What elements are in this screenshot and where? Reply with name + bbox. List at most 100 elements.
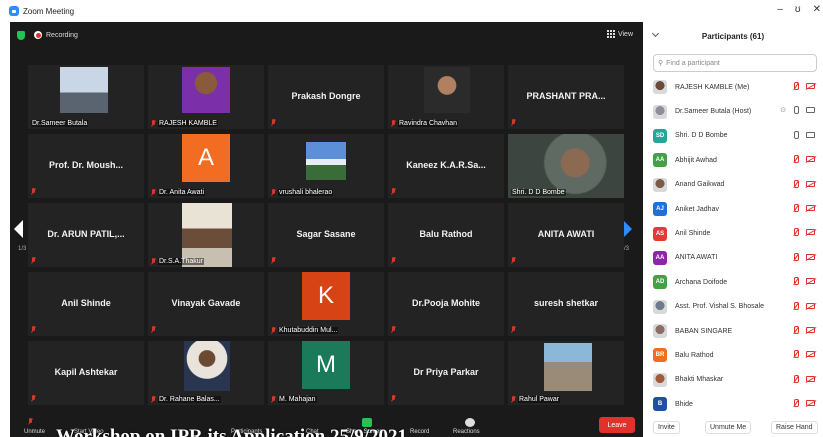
participant-row[interactable]: BR Balu Rathod (643, 343, 823, 367)
participant-row[interactable]: AA ANITA AWATI (643, 246, 823, 270)
participant-label-text: Ravindra Chavhan (398, 120, 458, 127)
raise-hand-button[interactable]: Raise Hand (771, 421, 818, 434)
camera-off-icon (806, 229, 815, 236)
participant-name: Balu Rathod (419, 229, 473, 239)
camera-off-icon (806, 253, 815, 260)
participant-avatar: A (182, 134, 230, 182)
video-tile[interactable]: K Khutabuddin Mul... (268, 272, 384, 336)
video-tile[interactable]: Dr.S.A.Thakur (148, 203, 264, 267)
participants-header: Participants (61) (643, 22, 823, 50)
invite-button[interactable]: Invite (653, 421, 680, 434)
camera-off-icon (806, 326, 815, 333)
participant-row[interactable]: AA Abhijit Awhad (643, 148, 823, 172)
muted-mic-icon (793, 350, 799, 359)
video-tile[interactable]: PRASHANT PRA... (508, 65, 624, 129)
video-tile[interactable]: RAJESH KAMBLE (148, 65, 264, 129)
participant-video-image (306, 142, 346, 180)
participants-title: Participants (61) (701, 31, 765, 41)
participant-name: Dr. ARUN PATIL,... (47, 229, 125, 239)
video-tile[interactable]: Kaneez K.A.R.Sa... (388, 134, 504, 198)
participant-avatar: B (653, 397, 667, 412)
camera-off-icon (806, 400, 815, 407)
video-tile[interactable]: Balu Rathod (388, 203, 504, 267)
participant-video-image (60, 67, 108, 113)
video-tile[interactable]: ANITA AWATI (508, 203, 624, 267)
unmute-me-button[interactable]: Unmute Me (705, 421, 752, 434)
muted-mic-icon (151, 258, 156, 265)
collapse-chevron-icon[interactable] (651, 29, 660, 38)
participant-search-input[interactable]: ⚲ Find a participant (653, 54, 817, 72)
camera-off-icon (806, 375, 815, 382)
security-shield-icon[interactable] (17, 30, 25, 40)
record-button[interactable]: Record (410, 429, 429, 435)
close-button[interactable]: ✕ (813, 4, 821, 15)
reactions-icon[interactable] (465, 418, 475, 427)
camera-off-icon (806, 156, 815, 163)
reactions-button[interactable]: Reactions (453, 429, 480, 435)
maximize-button[interactable]: ʊ (795, 4, 801, 15)
participant-row[interactable]: AD Archana Doifode (643, 270, 823, 294)
participant-row[interactable]: Anand Gaikwad (643, 173, 823, 197)
video-tile[interactable]: Ravindra Chavhan (388, 65, 504, 129)
next-page-arrow-icon[interactable] (623, 220, 632, 238)
participant-row[interactable]: RAJESH KAMBLE (Me) (643, 75, 823, 99)
title-bar: Zoom Meeting – ʊ ✕ (0, 0, 823, 22)
video-tile[interactable]: A Dr. Anita Awati (148, 134, 264, 198)
participant-name: Shri. D D Bombe (675, 132, 728, 140)
video-tile[interactable]: vrushali bhalerao (268, 134, 384, 198)
video-tile[interactable]: Prof. Dr. Moush... (28, 134, 144, 198)
previous-page-arrow-icon[interactable] (14, 220, 23, 238)
video-tile[interactable]: Anil Shinde (28, 272, 144, 336)
participant-row[interactable]: Bhakti Mhaskar (643, 368, 823, 392)
view-button[interactable]: View (606, 30, 633, 38)
muted-mic-icon (391, 395, 396, 402)
video-tile[interactable]: suresh shetkar (508, 272, 624, 336)
video-tile[interactable]: Shri. D D Bombe (508, 134, 624, 198)
video-tile[interactable]: M M. Mahajan (268, 341, 384, 405)
participant-row[interactable]: BABAN SINGARE (643, 319, 823, 343)
muted-mic-icon (511, 257, 516, 264)
zoom-logo-icon (9, 6, 19, 16)
video-tile[interactable]: Dr.Pooja Mohite (388, 272, 504, 336)
participant-row[interactable]: B Bhide (643, 392, 823, 416)
participant-label: Dr. Rahane Balas... (151, 396, 221, 403)
participant-row[interactable]: Dr.Sameer Butala (Host) ⊙ (643, 99, 823, 123)
grid-view-icon (606, 30, 615, 38)
participant-name: Prakash Dongre (291, 91, 361, 101)
minimize-button[interactable]: – (777, 4, 783, 15)
microphone-muted-icon[interactable] (28, 418, 38, 427)
muted-mic-icon (793, 82, 799, 90)
muted-mic-icon (793, 228, 799, 237)
participants-footer: Invite Unmute Me Raise Hand (643, 417, 823, 437)
muted-mic-icon (793, 203, 799, 212)
video-tile[interactable]: Dr. Rahane Balas... (148, 341, 264, 405)
muted-mic-icon (31, 257, 36, 264)
video-tile[interactable]: Kapil Ashtekar (28, 341, 144, 405)
video-tile[interactable]: Prakash Dongre (268, 65, 384, 129)
participant-row[interactable]: AJ Aniket Jadhav (643, 197, 823, 221)
participant-row[interactable]: AS Anil Shinde (643, 221, 823, 245)
muted-mic-icon (271, 327, 276, 334)
participant-row[interactable]: Asst. Prof. Vishal S. Bhosale (643, 295, 823, 319)
leave-button[interactable]: Leave (599, 417, 635, 433)
participant-name: Dr.Sameer Butala (Host) (675, 108, 752, 116)
video-tile[interactable]: Rahul Pawar (508, 341, 624, 405)
video-tile[interactable]: Vinayak Gavade (148, 272, 264, 336)
camera-off-icon (806, 180, 815, 187)
participant-name: PRASHANT PRA... (526, 91, 606, 101)
video-tile[interactable]: Dr. ARUN PATIL,... (28, 203, 144, 267)
video-tile[interactable]: Dr Priya Parkar (388, 341, 504, 405)
host-badge-icon: ⊙ (780, 107, 786, 115)
participant-name: Anand Gaikwad (675, 181, 725, 189)
participant-row[interactable]: SD Shri. D D Bombe (643, 124, 823, 148)
camera-off-icon (806, 278, 815, 285)
participant-avatar (653, 299, 667, 314)
video-tile[interactable]: Sagar Sasane (268, 203, 384, 267)
participant-name: Sagar Sasane (296, 229, 356, 239)
participant-label: Dr. Anita Awati (151, 189, 206, 196)
unmute-button[interactable]: Unmute (24, 429, 45, 435)
participant-name: Prof. Dr. Moush... (48, 160, 123, 170)
participant-name: Aniket Jadhav (675, 205, 719, 213)
video-tile[interactable]: Dr.Sameer Butala (28, 65, 144, 129)
meeting-top-bar: Recording View (10, 22, 643, 48)
